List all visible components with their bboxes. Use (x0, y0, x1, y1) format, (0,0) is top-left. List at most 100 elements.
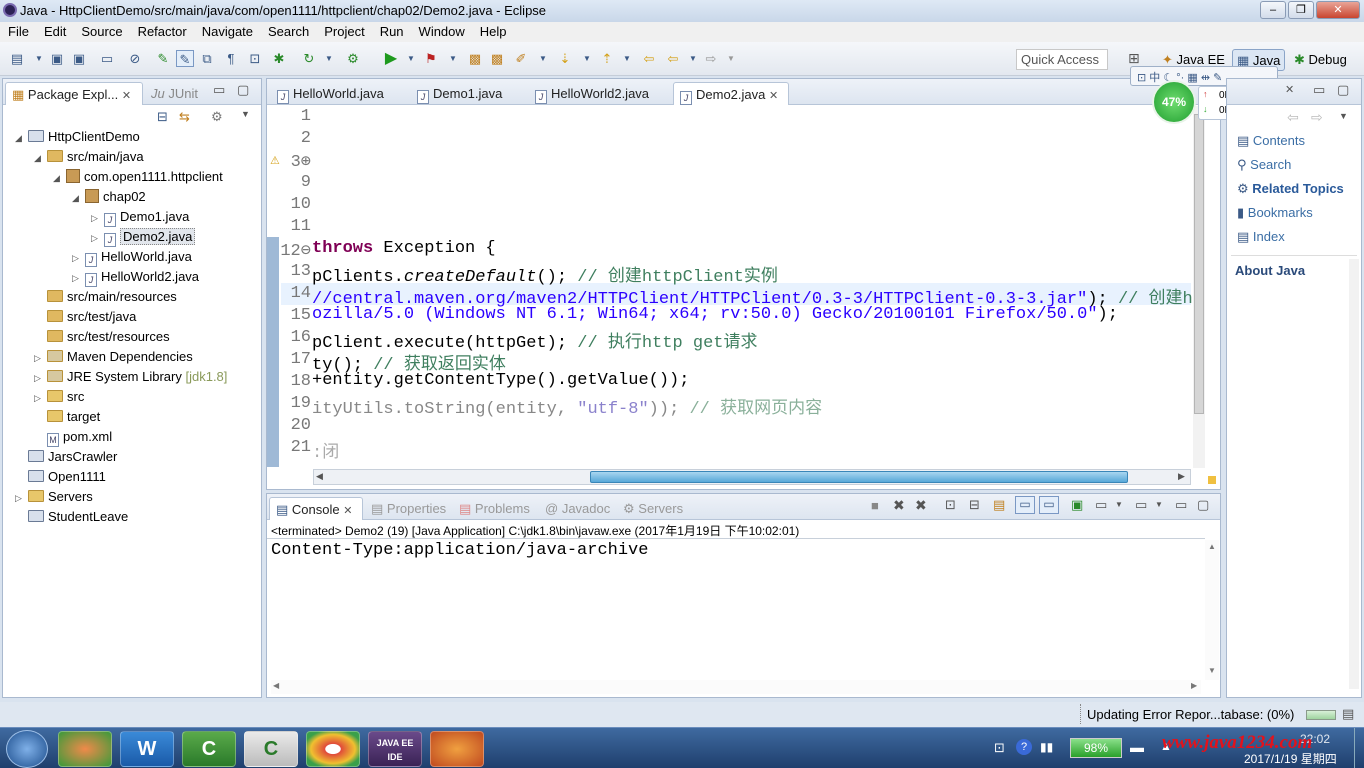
editor-vertical-scrollbar[interactable] (1193, 106, 1205, 468)
tree-item[interactable]: StudentLeave (15, 507, 128, 527)
taskbar-wps-writer[interactable]: W (120, 731, 174, 767)
horizontal-scroll-thumb[interactable] (590, 471, 1128, 483)
back-icon[interactable]: ⇦ (664, 50, 682, 67)
maximize-view-icon[interactable]: ▢ (237, 82, 249, 98)
tree-item[interactable]: ◢ com.open1111.httpclient (53, 167, 223, 187)
tree-item[interactable]: ◢ chap02 (72, 187, 146, 207)
tray-screen-icon[interactable]: ⊡ (994, 740, 1005, 756)
clear-console-icon[interactable]: ⊡ (945, 497, 956, 513)
show-stdout-icon[interactable]: ▤ (993, 497, 1005, 513)
remove-all-icon[interactable]: ✖ (915, 497, 927, 514)
code-area[interactable]: throws Exception { pClients.createDefaul… (267, 106, 1192, 468)
pin-console-icon[interactable]: ▭ (1015, 496, 1035, 514)
vertical-scroll-thumb[interactable] (1194, 114, 1204, 414)
scroll-left-icon[interactable]: ◀ (316, 471, 323, 482)
collapsed-arrow-icon[interactable]: ▷ (91, 208, 101, 228)
tree-item[interactable]: JarsCrawler (15, 447, 117, 467)
tray-help-icon[interactable]: ? (1016, 739, 1032, 755)
console-vertical-scrollbar[interactable]: ▲ ▼ (1205, 540, 1219, 680)
collapsed-arrow-icon[interactable]: ▷ (34, 348, 44, 368)
forward-icon[interactable]: ⇨ (702, 50, 720, 67)
forward-arrow-icon[interactable]: ⇨ (1311, 109, 1323, 126)
close-tab-icon[interactable]: ✕ (769, 90, 778, 102)
run-dropdown-icon[interactable]: ▼ (402, 50, 420, 67)
external-dropdown-icon[interactable]: ▼ (444, 50, 462, 67)
minimize-view-icon[interactable]: ▭ (213, 82, 225, 98)
net-meter-gauge[interactable]: 47% (1152, 80, 1196, 124)
tree-item[interactable]: ▷ J HelloWorld.java (72, 247, 192, 267)
tab-servers[interactable]: ⚙ Servers (617, 497, 689, 520)
run-icon[interactable]: ▶ (382, 50, 400, 67)
help-search[interactable]: ⚲ Search (1237, 157, 1291, 173)
block-select-icon[interactable]: ⧉ (198, 50, 216, 67)
show-whitespace-icon[interactable]: ¶ (222, 50, 240, 67)
console-minimize-icon[interactable]: ▭ (1175, 497, 1187, 513)
tree-item[interactable]: ▷ Servers (15, 487, 93, 507)
progress-status[interactable]: Updating Error Repor...tabase: (0%) (1087, 707, 1294, 722)
dropdown-icon[interactable]: ▼ (30, 50, 48, 67)
collapsed-arrow-icon[interactable]: ▷ (34, 388, 44, 408)
tree-item[interactable]: src/test/resources (34, 327, 170, 347)
start-button[interactable] (6, 730, 48, 768)
terminal-icon[interactable]: ▭ (98, 50, 116, 67)
tree-item[interactable]: ▷ JRE System Library [jdk1.8] (34, 367, 227, 387)
expanded-arrow-icon[interactable]: ◢ (72, 188, 82, 208)
menu-edit[interactable]: Edit (36, 22, 73, 39)
menu-project[interactable]: Project (316, 22, 371, 39)
debug-icon[interactable]: ✱ (270, 50, 288, 67)
terminate-icon[interactable]: ■ (871, 498, 879, 513)
tree-item[interactable]: ▷ J HelloWorld2.java (72, 267, 199, 287)
expanded-arrow-icon[interactable]: ◢ (53, 168, 63, 188)
collapsed-arrow-icon[interactable]: ▷ (91, 228, 101, 248)
remove-launch-icon[interactable]: ✖ (893, 497, 905, 514)
display-console-icon[interactable]: ▭ (1039, 496, 1059, 514)
console-view-icon[interactable]: ▭ (1135, 497, 1147, 513)
expanded-arrow-icon[interactable]: ◢ (15, 128, 25, 148)
tree-item[interactable]: Open1111 (15, 467, 106, 487)
tab-properties[interactable]: ▤ Properties (365, 497, 452, 520)
new-console-icon[interactable]: ▭ (1095, 497, 1107, 513)
last-edit-icon[interactable]: ⇦ (640, 50, 658, 67)
tree-item[interactable]: ▷ J Demo2.java (91, 227, 196, 248)
search-dropdown-icon[interactable]: ▼ (534, 50, 552, 67)
tree-item[interactable]: target (34, 407, 100, 427)
debug-run-icon[interactable]: ⚙ (344, 50, 362, 67)
new-java-project-icon[interactable]: ▩ (466, 50, 484, 67)
console-maximize-icon[interactable]: ▢ (1197, 497, 1209, 513)
tab-problems[interactable]: ▤ Problems (453, 497, 536, 520)
save-icon[interactable]: ▣ (48, 50, 66, 67)
tasks-icon[interactable]: ✎ (154, 50, 172, 67)
open-perspective-icon[interactable]: ⊞ (1128, 50, 1140, 67)
taskbar-chrome[interactable] (306, 731, 360, 767)
back-arrow-icon[interactable]: ⇦ (1287, 109, 1299, 126)
expanded-arrow-icon[interactable]: ◢ (34, 148, 44, 168)
taskbar-eclipse[interactable]: JAVA EE IDE (368, 731, 422, 767)
annotation-dropdown-icon[interactable]: ▼ (578, 50, 596, 67)
console-output[interactable]: Content-Type:application/java-archive (271, 541, 648, 560)
scroll-lock-icon[interactable]: ⊟ (969, 497, 980, 513)
collapse-all-icon[interactable]: ⊟ (157, 109, 168, 125)
tray-network-icon[interactable]: ▮▮ (1040, 740, 1053, 754)
tree-item[interactable]: src/main/resources (34, 287, 177, 307)
menu-window[interactable]: Window (411, 22, 472, 39)
view-menu-icon[interactable]: ⚙ (211, 109, 223, 125)
tab-junit[interactable]: Ju JUnit (145, 82, 204, 105)
tab-helloworld[interactable]: J HelloWorld.java (271, 82, 390, 105)
help-menu-icon[interactable]: ▼ (1339, 111, 1348, 121)
tab-console[interactable]: ▤ Console ✕ (269, 497, 363, 520)
perspective-debug[interactable]: ✱ Debug (1290, 49, 1351, 71)
taskbar-app-store[interactable] (58, 731, 112, 767)
quick-access-input[interactable]: Quick Access (1016, 49, 1108, 70)
battery-indicator[interactable]: 98% (1070, 738, 1122, 758)
link-editor-icon[interactable]: ⇆ (179, 109, 190, 125)
help-scrollbar[interactable] (1349, 259, 1359, 689)
tree-item[interactable]: ◢ src/main/java (34, 147, 144, 167)
tree-item[interactable]: ▷ J Demo1.java (91, 207, 189, 227)
menu-source[interactable]: Source (73, 22, 129, 39)
refresh-icon[interactable]: ↻ (300, 50, 318, 67)
tree-item[interactable]: ▷ src (34, 387, 84, 407)
new-icon[interactable]: ▤ (8, 50, 26, 67)
show-desktop-button[interactable] (1354, 728, 1364, 768)
save-all-icon[interactable]: ▣ (70, 50, 88, 67)
menu-navigate[interactable]: Navigate (194, 22, 260, 39)
